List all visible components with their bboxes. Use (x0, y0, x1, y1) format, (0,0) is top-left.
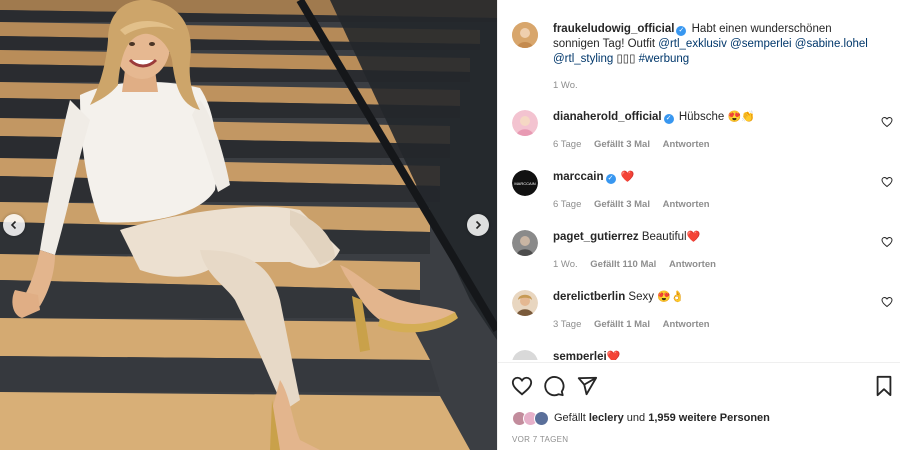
mention-link[interactable]: @sabine.lohel (795, 38, 868, 50)
share-icon[interactable] (576, 375, 598, 397)
comment-emoji: ❤️ (620, 171, 635, 183)
comments-list[interactable]: fraukeludowig_official ✓ Habt einen wunde… (498, 0, 900, 360)
comment-likes[interactable]: Gefällt 3 Mal (594, 139, 650, 150)
post-time[interactable]: 1 Wo. (553, 80, 578, 91)
heart-icon[interactable] (881, 176, 893, 188)
heart-icon[interactable] (511, 375, 533, 397)
comment-avatar[interactable] (512, 110, 538, 136)
mention-link[interactable]: @semperlei (730, 38, 792, 50)
chevron-left-icon (10, 220, 17, 230)
comment-emoji: ❤️ (686, 231, 701, 243)
comment-text: Hübsche (678, 111, 725, 123)
comment-time[interactable]: 3 Tage (553, 319, 581, 330)
comment-emoji: 😍👏 (727, 111, 755, 123)
heart-icon[interactable] (881, 236, 893, 248)
chevron-right-icon (475, 220, 482, 230)
verified-badge-icon: ✓ (663, 114, 674, 124)
svg-text:MARCCAIN: MARCCAIN (514, 181, 535, 186)
mention-link[interactable]: @rtl_styling (553, 53, 613, 65)
liker-avatar (534, 410, 549, 426)
comment-likes[interactable]: Gefällt 3 Mal (594, 199, 650, 210)
carousel-prev-button[interactable] (3, 214, 25, 236)
comment-item: derelictberlin Sexy 😍👌 3 Tage Gefällt 1 … (512, 290, 893, 340)
comment-item: dianaherold_official ✓ Hübsche 😍👏 6 Tage … (512, 110, 893, 160)
post-actions: Gefällt leclery und 1,959 weitere Person… (498, 362, 900, 450)
comment-likes[interactable]: Gefällt 1 Mal (594, 319, 650, 330)
comment-username[interactable]: derelictberlin (553, 291, 625, 303)
comment-emoji: 😍👌 (657, 291, 685, 303)
heart-icon[interactable] (881, 116, 893, 128)
comment-time[interactable]: 6 Tage (553, 199, 581, 210)
reply-button[interactable]: Antworten (663, 139, 710, 150)
comment-username[interactable]: semperlei (553, 351, 607, 360)
comment-avatar[interactable] (512, 290, 538, 316)
comment-avatar[interactable] (512, 350, 538, 360)
comment-avatar[interactable] (512, 230, 538, 256)
comment-item: paget_gutierrez Beautiful❤️ 1 Wo. Gefäll… (512, 230, 893, 280)
post-side-panel: fraukeludowig_official ✓ Habt einen wunde… (497, 0, 900, 450)
comment-username[interactable]: marccain (553, 171, 604, 183)
comment-username[interactable]: dianaherold_official (553, 111, 662, 123)
post-media[interactable] (0, 0, 497, 450)
liker-username[interactable]: leclery (589, 412, 624, 424)
likes-middle: und (623, 412, 649, 424)
carousel-next-button[interactable] (467, 214, 489, 236)
comment-emoji: ❤️ (606, 351, 621, 360)
mention-link[interactable]: @rtl_exklusiv (658, 38, 727, 50)
heart-icon[interactable] (881, 296, 893, 308)
post-date[interactable]: VOR 7 TAGEN (512, 435, 568, 444)
post-caption: fraukeludowig_official ✓ Habt einen wunde… (512, 20, 892, 91)
comment-text: Sexy (628, 291, 654, 303)
reply-button[interactable]: Antworten (663, 319, 710, 330)
author-username[interactable]: fraukeludowig_official (553, 23, 674, 35)
bookmark-icon[interactable] (873, 375, 895, 397)
comment-item: MARCCAIN marccain ✓ ❤️ 6 Tage Gefällt 3 M… (512, 170, 893, 220)
comment-text: Beautiful (641, 231, 687, 243)
post-photo (0, 0, 497, 450)
reply-button[interactable]: Antworten (669, 259, 716, 270)
comment-time[interactable]: 1 Wo. (553, 259, 578, 270)
likes-count[interactable]: 1,959 weitere Personen (648, 412, 770, 424)
hashtag-link[interactable]: #werbung (639, 53, 690, 65)
verified-badge-icon: ✓ (605, 174, 616, 184)
reply-button[interactable]: Antworten (663, 199, 710, 210)
comment-username[interactable]: paget_gutierrez (553, 231, 639, 243)
comment-avatar[interactable]: MARCCAIN (512, 170, 538, 196)
author-avatar[interactable] (512, 22, 538, 48)
comment-item: semperlei❤️ (512, 350, 892, 360)
caption-glyphs: ▯▯▯ (616, 53, 636, 65)
comment-time[interactable]: 6 Tage (553, 139, 581, 150)
likes-summary[interactable]: Gefällt leclery und 1,959 weitere Person… (512, 409, 770, 427)
likes-prefix: Gefällt (554, 412, 589, 424)
verified-badge-icon: ✓ (676, 26, 687, 36)
comment-icon[interactable] (543, 375, 565, 397)
comment-likes[interactable]: Gefällt 110 Mal (590, 259, 656, 270)
